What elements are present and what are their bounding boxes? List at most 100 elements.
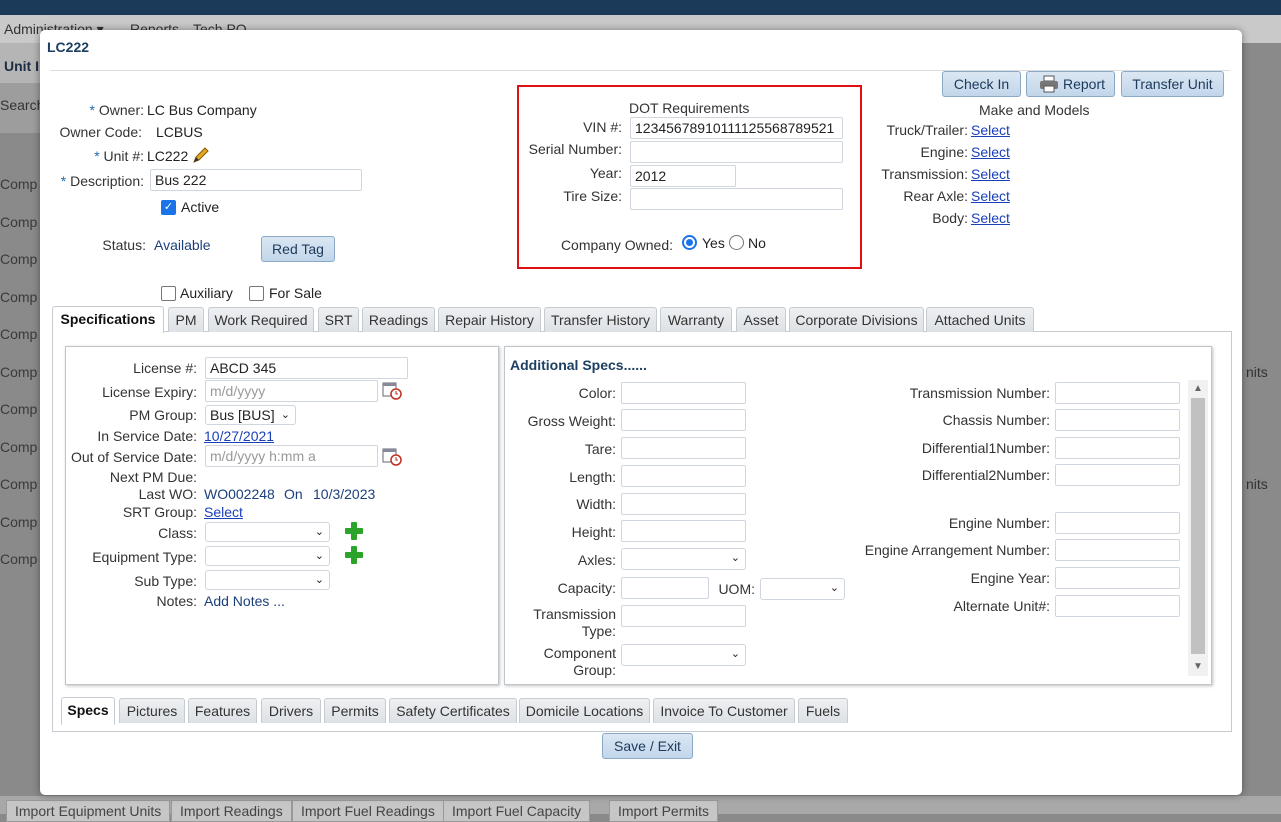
bg-row-company: Comp — [0, 551, 38, 567]
add-equipment-type-icon[interactable] — [345, 546, 363, 564]
differential2-number-input[interactable] — [1055, 464, 1180, 486]
in-service-date-link[interactable]: 10/27/2021 — [204, 428, 274, 444]
tab-features[interactable]: Features — [188, 698, 257, 723]
tab-drivers[interactable]: Drivers — [261, 698, 321, 723]
bg-row-company: Comp — [0, 176, 38, 192]
tab-readings[interactable]: Readings — [362, 307, 435, 332]
transmission-number-input[interactable] — [1055, 382, 1180, 404]
component-group-label: Component Group: — [543, 645, 616, 678]
calendar-clock-icon[interactable] — [382, 446, 402, 466]
license-expiry-input[interactable]: m/d/yyyy — [205, 380, 378, 402]
transmission-type-input[interactable] — [621, 605, 746, 627]
tab-specifications[interactable]: Specifications — [52, 306, 164, 333]
tab-srt[interactable]: SRT — [318, 307, 359, 332]
chevron-down-icon: ⌄ — [314, 526, 324, 538]
tab-pm[interactable]: PM — [168, 307, 204, 332]
bg-tab-import-fuel-readings[interactable]: Import Fuel Readings — [292, 800, 444, 822]
body-label: Body: — [932, 210, 968, 226]
engine-arrangement-number-input[interactable] — [1055, 539, 1180, 561]
tare-label: Tare: — [584, 441, 616, 457]
chassis-number-input[interactable] — [1055, 409, 1180, 431]
auxiliary-checkbox[interactable] — [161, 286, 176, 301]
width-input[interactable] — [621, 493, 746, 515]
tire-size-input[interactable] — [630, 188, 843, 210]
bg-tab-import-permits[interactable]: Import Permits — [609, 800, 719, 822]
year-input[interactable]: 2012 — [630, 165, 736, 187]
body-select-link[interactable]: Select — [971, 210, 1010, 226]
additional-specs-scrollbar[interactable]: ▲ ▼ — [1188, 380, 1208, 676]
active-checkbox[interactable]: ✓ — [161, 200, 176, 215]
tab-corporate-divisions[interactable]: Corporate Divisions — [789, 307, 924, 332]
capacity-input[interactable] — [621, 577, 709, 599]
tab-transfer-history[interactable]: Transfer History — [544, 307, 657, 332]
bg-tab-import-fuel-capacity[interactable]: Import Fuel Capacity — [443, 800, 591, 822]
add-notes-link[interactable]: Add Notes ... — [204, 593, 285, 609]
engine-select-link[interactable]: Select — [971, 144, 1010, 160]
transfer-unit-button[interactable]: Transfer Unit — [1121, 71, 1224, 97]
tab-repair-history[interactable]: Repair History — [438, 307, 541, 332]
description-input[interactable]: Bus 222 — [150, 169, 362, 191]
tab-domicile-locations[interactable]: Domicile Locations — [519, 698, 650, 723]
bg-search-label: Search — [0, 97, 45, 113]
class-select[interactable]: ⌄ — [205, 522, 330, 542]
last-wo-on: On — [284, 486, 303, 502]
tab-permits[interactable]: Permits — [324, 698, 386, 723]
alternate-unit-input[interactable] — [1055, 595, 1180, 617]
tab-invoice-to-customer[interactable]: Invoice To Customer — [653, 698, 795, 723]
save-exit-button[interactable]: Save / Exit — [602, 733, 693, 759]
out-of-service-date-input[interactable]: m/d/yyyy h:mm a — [205, 445, 378, 467]
height-input[interactable] — [621, 520, 746, 542]
bg-row-company: Comp — [0, 514, 38, 530]
check-in-button[interactable]: Check In — [942, 71, 1021, 97]
report-button[interactable]: Report — [1026, 71, 1115, 97]
add-class-icon[interactable] — [345, 522, 363, 540]
truck-trailer-select-link[interactable]: Select — [971, 122, 1010, 138]
chevron-down-icon: ⌄ — [730, 552, 740, 564]
serial-number-input[interactable] — [630, 141, 843, 163]
equipment-type-select[interactable]: ⌄ — [205, 546, 330, 566]
red-tag-button[interactable]: Red Tag — [261, 236, 335, 262]
last-wo-value: WO002248 — [204, 486, 275, 502]
notes-label: Notes: — [156, 593, 197, 609]
scrollbar-thumb[interactable] — [1191, 398, 1205, 654]
length-input[interactable] — [621, 465, 746, 487]
uom-select[interactable]: ⌄ — [760, 578, 845, 600]
company-owned-no-radio[interactable] — [729, 235, 744, 250]
srt-group-label: SRT Group: — [122, 504, 197, 520]
axles-select[interactable]: ⌄ — [621, 548, 746, 570]
tab-asset[interactable]: Asset — [736, 307, 786, 332]
owner-code-label: Owner Code: — [59, 124, 142, 140]
tab-fuels[interactable]: Fuels — [798, 698, 848, 723]
tab-attached-units[interactable]: Attached Units — [926, 307, 1034, 332]
vin-input[interactable]: 12345678910111125568789521 — [630, 117, 843, 139]
sub-type-select[interactable]: ⌄ — [205, 570, 330, 590]
tab-specs[interactable]: Specs — [61, 697, 115, 725]
calendar-clock-icon[interactable] — [382, 380, 402, 400]
srt-group-select-link[interactable]: Select — [204, 504, 243, 520]
engine-arrangement-number-label: Engine Arrangement Number: — [864, 542, 1050, 558]
tab-work-required[interactable]: Work Required — [208, 307, 314, 332]
component-group-select[interactable]: ⌄ — [621, 644, 746, 666]
engine-number-input[interactable] — [1055, 512, 1180, 534]
tab-warranty[interactable]: Warranty — [660, 307, 732, 332]
tare-input[interactable] — [621, 437, 746, 459]
scroll-up-icon[interactable]: ▲ — [1193, 383, 1203, 394]
rear-axle-select-link[interactable]: Select — [971, 188, 1010, 204]
color-input[interactable] — [621, 382, 746, 404]
scroll-down-icon[interactable]: ▼ — [1193, 661, 1203, 672]
tab-safety-certificates[interactable]: Safety Certificates — [389, 698, 517, 723]
transmission-select-link[interactable]: Select — [971, 166, 1010, 182]
for-sale-checkbox[interactable] — [249, 286, 264, 301]
tab-pictures[interactable]: Pictures — [119, 698, 185, 723]
pm-group-select[interactable]: Bus [BUS] ⌄ — [205, 405, 296, 425]
company-owned-yes-radio[interactable] — [682, 235, 697, 250]
pencil-icon[interactable] — [191, 145, 211, 165]
license-input[interactable]: ABCD 345 — [205, 357, 408, 379]
engine-year-input[interactable] — [1055, 567, 1180, 589]
differential1-number-input[interactable] — [1055, 437, 1180, 459]
sub-type-label: Sub Type: — [134, 573, 197, 589]
for-sale-label: For Sale — [269, 285, 322, 301]
bg-tab-import-readings[interactable]: Import Readings — [171, 800, 292, 822]
bg-tab-import-equipment[interactable]: Import Equipment Units — [6, 800, 171, 822]
gross-weight-input[interactable] — [621, 409, 746, 431]
